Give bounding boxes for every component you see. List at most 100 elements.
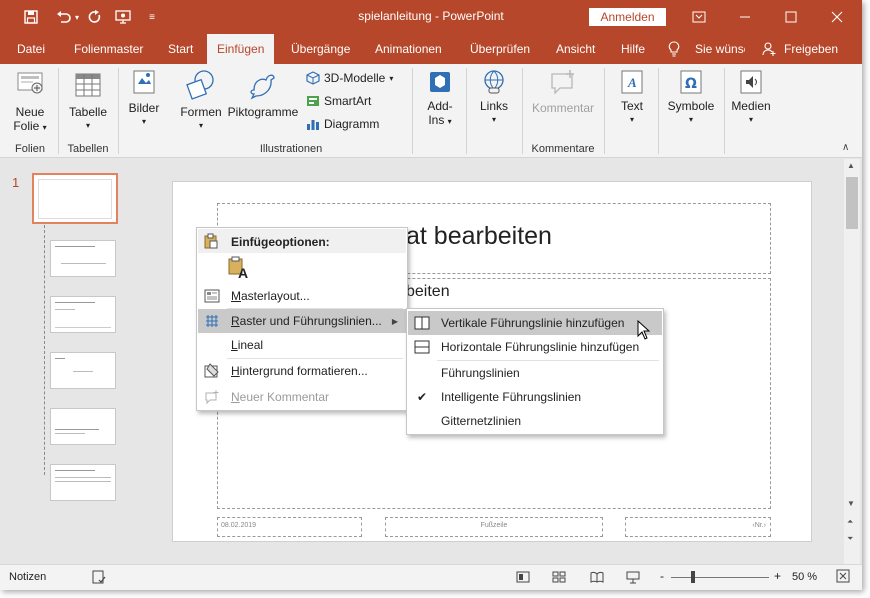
chart-icon <box>307 120 319 130</box>
ribbon-display-icon[interactable] <box>676 0 722 34</box>
maximize-icon[interactable] <box>768 0 814 34</box>
globe-link-icon <box>484 70 504 94</box>
vertical-scrollbar[interactable]: ▲ ▼ ⏶ ⏷ <box>844 159 860 564</box>
ribbon-separator <box>724 68 725 154</box>
tab-uebergaenge[interactable]: Übergänge <box>291 34 350 64</box>
status-bar: Notizen - + 50 % <box>0 564 862 590</box>
submenu-item-gridlines[interactable]: Gitternetzlinien <box>408 409 662 433</box>
menu-item-raster-fuehrungslinien[interactable]: Raster und Führungslinien... ▶ <box>198 309 406 333</box>
slide-sorter-icon[interactable] <box>552 570 566 587</box>
submenu-item-vertical-guide[interactable]: Vertikale Führungslinie hinzufügen <box>408 311 662 335</box>
tabelle-button[interactable]: Tabelle ▾ <box>62 68 114 133</box>
lightbulb-icon[interactable] <box>668 34 682 64</box>
close-icon[interactable] <box>814 0 860 34</box>
reading-view-icon[interactable] <box>590 570 604 587</box>
layout-icon <box>204 288 220 304</box>
layout-thumbnail[interactable] <box>50 352 116 389</box>
chevron-down-icon: ▾ <box>141 117 146 126</box>
neue-folie-label-1: Neue <box>15 105 45 119</box>
piktogramme-button[interactable]: Piktogramme <box>226 68 300 119</box>
submenu-item-guides[interactable]: Führungslinien <box>408 361 662 385</box>
omega-icon: Ω <box>680 70 702 94</box>
scroll-thumb[interactable] <box>846 177 858 229</box>
medien-label: Medien <box>731 99 771 113</box>
layout-thumbnail[interactable] <box>50 240 116 277</box>
diagramm-button[interactable]: Diagramm <box>306 117 379 131</box>
menu-item-masterlayout[interactable]: Masterlayout... <box>198 284 406 308</box>
checkmark-icon: ✔ <box>416 390 428 404</box>
notes-button[interactable]: Notizen <box>9 571 46 583</box>
menu-item-lineal[interactable]: Lineal <box>198 333 406 357</box>
footer-placeholder[interactable]: Fußzeile <box>385 517 603 537</box>
links-button[interactable]: Links ▾ <box>472 68 516 127</box>
tab-ueberpruefen[interactable]: Überprüfen <box>470 34 530 64</box>
zoom-level[interactable]: 50 % <box>792 571 817 583</box>
prev-slide-icon[interactable]: ⏶ <box>847 517 853 527</box>
collapse-ribbon-icon[interactable]: ∧ <box>842 142 849 153</box>
3d-modelle-button[interactable]: 3D-Modelle ▾ <box>306 71 393 85</box>
kommentar-button[interactable]: Kommentar <box>528 68 598 115</box>
paste-option-letter: A <box>238 265 249 281</box>
shapes-icon <box>186 70 214 100</box>
share-button[interactable]: Freigeben <box>784 34 838 64</box>
share-icon[interactable] <box>762 34 776 64</box>
zoom-slider-thumb[interactable] <box>691 571 695 583</box>
zoom-in-button[interactable]: + <box>774 569 781 583</box>
menu-item-hintergrund-formatieren[interactable]: Hintergrund formatieren... <box>198 359 406 383</box>
tell-me-search[interactable]: Sie wünsc <box>695 34 745 64</box>
accessibility-icon[interactable] <box>92 570 106 587</box>
date-placeholder[interactable]: 08.02.2019 <box>217 517 362 537</box>
signin-button[interactable]: Anmelden <box>589 8 666 26</box>
presentation-view-icon[interactable] <box>626 570 640 587</box>
normal-view-icon[interactable] <box>516 570 530 587</box>
next-slide-icon[interactable]: ⏷ <box>847 534 853 544</box>
medien-button[interactable]: Medien ▾ <box>728 68 774 127</box>
submenu-arrow-icon: ▶ <box>391 316 398 326</box>
layout-thumbnail[interactable] <box>50 408 116 445</box>
zoom-slider[interactable] <box>671 577 769 578</box>
minimize-icon[interactable] <box>722 0 768 34</box>
zoom-out-button[interactable]: - <box>660 569 664 583</box>
submenu-item-smart-guides[interactable]: ✔ Intelligente Führungslinien <box>408 385 662 409</box>
ribbon-separator <box>658 68 659 154</box>
smartart-label: SmartArt <box>324 94 372 108</box>
store-icon <box>430 72 450 92</box>
scroll-up-icon[interactable]: ▲ <box>847 161 855 170</box>
speaker-icon <box>740 70 762 94</box>
text-button[interactable]: A Text ▾ <box>612 68 652 127</box>
master-thumbnail-content <box>38 179 112 219</box>
submenu-item-horizontal-guide[interactable]: Horizontale Führungslinie hinzufügen <box>408 335 662 359</box>
pictures-icon <box>133 70 155 94</box>
footer-slide-number: ‹Nr.› <box>752 522 766 529</box>
svg-text:A: A <box>627 75 637 90</box>
tab-start[interactable]: Start <box>168 34 193 64</box>
master-thumbnail[interactable] <box>32 173 118 224</box>
tab-einfuegen[interactable]: Einfügen <box>207 34 275 64</box>
tab-animationen[interactable]: Animationen <box>375 34 442 64</box>
fit-to-window-icon[interactable] <box>836 569 850 586</box>
tab-ansicht[interactable]: Ansicht <box>556 34 595 64</box>
scroll-down-icon[interactable]: ▼ <box>847 499 855 508</box>
ribbon-panel: Neue Folie ▾ Folien Tabelle ▾ Tabellen B… <box>0 64 862 158</box>
tab-datei[interactable]: Datei <box>17 34 45 64</box>
title-placeholder-text: at bearbeiten <box>406 222 552 250</box>
tab-folienmaster[interactable]: Folienmaster <box>74 34 143 64</box>
symbole-button[interactable]: Ω Symbole ▾ <box>664 68 718 127</box>
piktogramme-label: Piktogramme <box>227 105 299 119</box>
bilder-button[interactable]: Bilder ▾ <box>124 68 164 129</box>
footer-date: 08.02.2019 <box>221 522 257 529</box>
addins-button[interactable]: Add- Ins ▾ <box>418 68 462 129</box>
formen-button[interactable]: Formen ▾ <box>178 68 224 133</box>
layout-thumbnail[interactable] <box>50 296 116 333</box>
neue-folie-button[interactable]: Neue Folie ▾ <box>8 68 52 135</box>
layout-thumbnail[interactable] <box>50 464 116 501</box>
paste-keep-text-only-button[interactable]: A <box>227 256 249 281</box>
ribbon-separator <box>522 68 523 154</box>
powerpoint-window: ▾ ≡ spielanleitung - PowerPoint Anmelden… <box>0 0 862 590</box>
chevron-down-icon: ▾ <box>491 115 496 124</box>
tab-hilfe[interactable]: Hilfe <box>621 34 645 64</box>
smartart-button[interactable]: SmartArt <box>306 94 371 108</box>
menu-item-neuer-kommentar[interactable]: Neuer Kommentar <box>198 385 406 409</box>
slide-number-placeholder[interactable]: ‹Nr.› <box>625 517 771 537</box>
menu-item-label: Lineal <box>231 338 264 352</box>
